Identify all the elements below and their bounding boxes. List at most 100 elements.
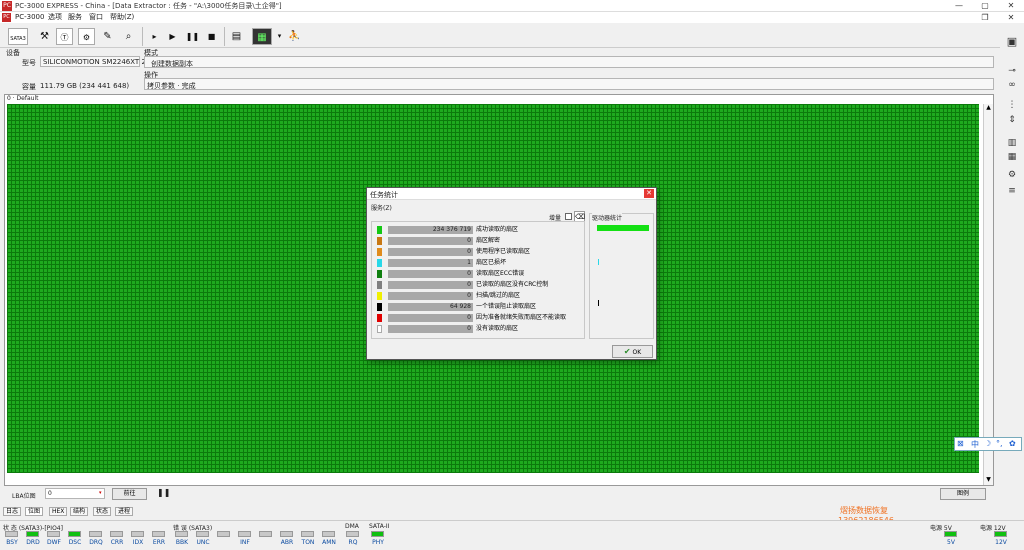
- lba-input[interactable]: 0 ▾: [45, 488, 105, 499]
- led-label: IDX: [132, 539, 144, 546]
- led-label: INF: [240, 539, 250, 546]
- adjust-icon[interactable]: ⇕: [1005, 113, 1019, 127]
- stat-row: 0 扇区解密: [376, 236, 586, 246]
- stat-row: 0 没有读取的扇区: [376, 324, 586, 334]
- ime-punct-icon[interactable]: °,: [996, 439, 1003, 448]
- stat-row: 0 使用程序已读取扇区: [376, 247, 586, 257]
- stat-value: 0: [388, 314, 473, 322]
- stat-color-swatch: [377, 314, 382, 322]
- ok-label: OK: [632, 349, 642, 356]
- title-bar: PC PC-3000 EXPRESS - China - [Data Extra…: [0, 0, 1024, 12]
- led-blank: [259, 531, 272, 537]
- led-phy: [371, 531, 384, 537]
- maximize-icon[interactable]: ▢: [972, 0, 998, 12]
- close-icon[interactable]: ✕: [998, 0, 1024, 12]
- stat-label: 扫描/跳过的扇区: [476, 292, 521, 299]
- stat-label: 没有读取的扇区: [476, 325, 519, 332]
- power-12v-value: 12V: [995, 539, 1007, 546]
- power-5v-value: 5V: [947, 539, 955, 546]
- status-bar: 状 态 (SATA3)-[PIO4] BSY DRD DWF DSC DRQ C…: [0, 520, 1024, 550]
- tab-process[interactable]: 进程: [115, 507, 134, 516]
- watermark-name: 熠扬数据恢复: [840, 506, 888, 515]
- led-label: CRR: [110, 539, 124, 546]
- stat-color-swatch: [377, 325, 382, 333]
- options-icon[interactable]: ≡: [1005, 184, 1019, 198]
- stat-row: 234 376 719 成功读取的扇区: [376, 225, 586, 235]
- info-panel: 设备 型号 SILICONMOTION SM2246XT 20141128 容量…: [4, 48, 994, 92]
- led-label: BBK: [175, 539, 189, 546]
- menu-service[interactable]: 服务: [68, 13, 82, 22]
- pause-small-icon[interactable]: ❚❚: [157, 488, 170, 497]
- tab-status[interactable]: 状态: [93, 507, 112, 516]
- increment-checkbox[interactable]: [565, 213, 572, 220]
- stat-label: 使用程序已读取扇区: [476, 248, 531, 255]
- windows-icon[interactable]: ▤: [228, 28, 245, 45]
- ime-toolbar: ⊠ 中 ☽ °, ✿: [954, 437, 1022, 451]
- pause-icon[interactable]: ❚❚: [184, 28, 201, 45]
- legend-button[interactable]: 图例: [940, 488, 986, 500]
- minimize-icon[interactable]: —: [946, 0, 972, 12]
- led-drq: [89, 531, 102, 537]
- ime-grid-icon[interactable]: ⊠: [957, 439, 964, 448]
- ime-chinese-icon[interactable]: 中: [971, 439, 979, 450]
- stat-value: 0: [388, 237, 473, 245]
- stat-value: 0: [388, 325, 473, 333]
- tab-bitmap[interactable]: 位图: [25, 507, 44, 516]
- window-title: PC-3000 EXPRESS - China - [Data Extracto…: [15, 2, 282, 10]
- lba-dropdown-icon[interactable]: ▾: [99, 490, 102, 496]
- ime-settings-icon[interactable]: ✿: [1009, 439, 1016, 448]
- child-close-icon[interactable]: ✕: [998, 12, 1024, 23]
- child-restore-icon[interactable]: ❐: [972, 12, 998, 23]
- monitor-icon[interactable]: ▦: [252, 28, 272, 45]
- tab-hex[interactable]: HEX: [49, 507, 68, 516]
- dialog-close-icon[interactable]: ✕: [644, 189, 654, 198]
- stop-icon[interactable]: ■: [203, 28, 220, 45]
- led-bsy: [5, 531, 18, 537]
- start-icon[interactable]: ▸: [146, 28, 163, 45]
- link-icon[interactable]: ∞: [1005, 78, 1019, 92]
- slider-icon[interactable]: ⋮: [1005, 98, 1019, 112]
- tab-structure[interactable]: 结构: [70, 507, 89, 516]
- vertical-scrollbar[interactable]: ▲ ▼: [983, 104, 993, 485]
- run-person-icon[interactable]: ⛹: [286, 28, 303, 45]
- led-label: DRD: [26, 539, 40, 546]
- stat-color-swatch: [377, 226, 382, 234]
- task-stats-dialog: 任务统计 ✕ 服务(Z) 增量 ⌫ 234 376 719 成功读取的扇区 0 扇区…: [366, 187, 657, 360]
- led-amn: [322, 531, 335, 537]
- tab-log[interactable]: 日志: [3, 507, 22, 516]
- menu-options[interactable]: 选项: [48, 13, 62, 22]
- stat-row: 0 已读取的扇区没有CRC控制: [376, 280, 586, 290]
- grid-small-icon[interactable]: ▥: [1005, 136, 1019, 150]
- settings-icon[interactable]: ⚙: [1005, 168, 1019, 182]
- document-icon[interactable]: Ⓣ: [56, 28, 73, 45]
- binoculars-icon[interactable]: ⌕: [120, 28, 137, 45]
- edit-icon[interactable]: ✎: [99, 28, 116, 45]
- menu-bar: PC PC-3000 选项 服务 窗口 帮助(Z) ❐ ✕: [0, 12, 1024, 23]
- led-label: DRQ: [89, 539, 103, 546]
- ime-moon-icon[interactable]: ☽: [984, 439, 991, 448]
- menu-app[interactable]: PC-3000: [15, 13, 44, 22]
- chip-icon[interactable]: ▣: [1005, 35, 1019, 49]
- menu-help[interactable]: 帮助(Z): [110, 13, 134, 22]
- settings-document-icon[interactable]: ⚙: [78, 28, 95, 45]
- stat-value: 0: [388, 270, 473, 278]
- grid-large-icon[interactable]: ▦: [1005, 150, 1019, 164]
- sata-port-button[interactable]: SATA3: [8, 28, 28, 45]
- stat-value: 0: [388, 292, 473, 300]
- scroll-down-icon[interactable]: ▼: [984, 476, 993, 485]
- sata-label: SATA3: [10, 36, 26, 42]
- menu-window[interactable]: 窗口: [89, 13, 103, 22]
- operation-value: 拷贝参数 · 完成: [147, 82, 196, 90]
- sata-group-label: SATA-II: [369, 523, 390, 530]
- tools-icon[interactable]: ⚒: [36, 28, 53, 45]
- pin-icon[interactable]: ⊸: [1005, 64, 1019, 78]
- dialog-menu-service[interactable]: 服务(Z): [371, 203, 392, 212]
- play-icon[interactable]: ▶: [164, 28, 181, 45]
- led-label: BSY: [6, 539, 18, 546]
- led-label: PHY: [372, 539, 384, 546]
- scroll-up-icon[interactable]: ▲: [984, 104, 993, 113]
- stat-row: 64 928 一个错误阻止读取扇区: [376, 302, 586, 312]
- goto-button[interactable]: 前往: [112, 488, 147, 500]
- led-drd: [26, 531, 39, 537]
- ok-button[interactable]: ✔ OK: [612, 345, 653, 358]
